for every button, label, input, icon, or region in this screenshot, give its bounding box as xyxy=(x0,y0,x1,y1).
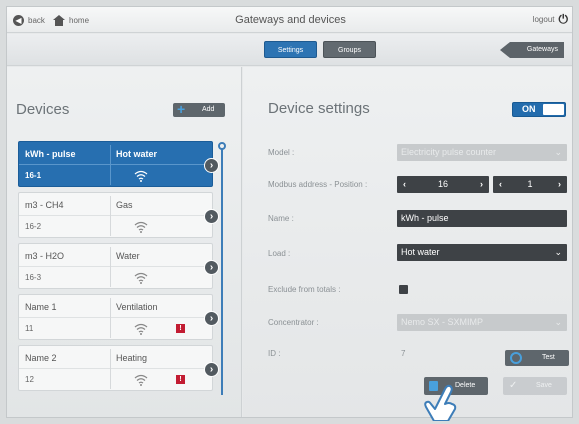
device-load: Water xyxy=(116,251,140,261)
scrollbar-track[interactable] xyxy=(221,147,223,395)
id-label: ID : xyxy=(268,349,281,358)
concentrator-label: Concentrator : xyxy=(268,318,319,327)
logout-label: logout xyxy=(532,14,555,24)
device-address: 11 xyxy=(25,324,34,333)
trash-icon xyxy=(429,381,438,391)
device-card[interactable]: m3 - H2O Water 16-3 › xyxy=(18,243,219,289)
position-value: 1 xyxy=(527,179,533,189)
load-value: Hot water xyxy=(401,247,440,257)
device-settings-panel: Device settings ON Model : Electricity p… xyxy=(243,67,572,417)
name-field[interactable]: kWh - pulse xyxy=(397,210,567,227)
devices-panel: Devices + Add kWh - pulse Hot water 16-1… xyxy=(7,67,242,417)
device-card[interactable]: Name 2 Heating 12 ! › xyxy=(18,345,219,391)
exclude-label: Exclude from totals : xyxy=(268,285,341,294)
device-name: m3 - H2O xyxy=(25,251,65,261)
device-card[interactable]: Name 1 Ventilation 11 ! › xyxy=(18,294,219,340)
device-card[interactable]: m3 - CH4 Gas 16-2 › xyxy=(18,192,219,238)
power-icon: ⏻ xyxy=(558,12,569,26)
chevron-down-icon: ⌄ xyxy=(554,247,562,257)
chevron-right-icon[interactable]: › xyxy=(558,176,561,193)
save-button: ✓ Save xyxy=(503,377,567,395)
chevron-right-icon[interactable]: › xyxy=(204,209,219,224)
chevron-right-icon[interactable]: › xyxy=(204,311,219,326)
modbus-address-stepper[interactable]: ‹ 16 › xyxy=(397,176,489,193)
chevron-right-icon[interactable]: › xyxy=(204,362,219,377)
add-device-button[interactable]: + Add xyxy=(173,101,225,117)
name-value: kWh - pulse xyxy=(401,213,449,223)
back-arrow-icon: ◀ xyxy=(13,14,24,26)
home-label: home xyxy=(69,15,90,25)
concentrator-value: Nemo SX - SXMIMP xyxy=(401,317,484,327)
wifi-icon xyxy=(134,170,148,182)
app-window: ◀ back home Gateways and devices logout … xyxy=(6,6,573,418)
logout-button[interactable]: logout ⏻ xyxy=(533,13,568,25)
chevron-down-icon: ⌄ xyxy=(554,317,562,327)
wifi-icon xyxy=(134,221,148,233)
device-load: Heating xyxy=(116,353,148,363)
device-address: 16-1 xyxy=(25,171,42,180)
device-name: kWh - pulse xyxy=(25,149,76,159)
checkmark-icon: ✓ xyxy=(509,380,518,391)
model-value: Electricity pulse counter xyxy=(401,147,497,157)
home-icon xyxy=(53,14,65,26)
delete-label: Delete xyxy=(455,382,476,389)
device-load: Gas xyxy=(116,200,133,210)
modbus-address-value: 16 xyxy=(437,179,448,189)
name-label: Name : xyxy=(268,214,294,223)
device-name: Name 2 xyxy=(25,353,57,363)
modbus-label: Modbus address - Position : xyxy=(268,180,368,189)
wifi-icon xyxy=(134,323,148,335)
alarm-badge: ! xyxy=(176,324,185,333)
toggle-knob xyxy=(543,104,564,115)
device-load: Ventilation xyxy=(116,302,158,312)
concentrator-select: Nemo SX - SXMIMP ⌄ xyxy=(397,314,567,331)
test-button[interactable]: Test xyxy=(505,350,569,366)
load-select[interactable]: Hot water ⌄ xyxy=(397,244,567,261)
device-address: 16-2 xyxy=(25,222,42,231)
top-bar: ◀ back home Gateways and devices logout … xyxy=(7,7,572,33)
load-label: Load : xyxy=(268,249,291,258)
scrollbar-handle[interactable] xyxy=(218,142,226,150)
back-button[interactable]: ◀ back xyxy=(13,13,45,27)
wifi-icon xyxy=(134,272,148,284)
add-label: Add xyxy=(202,106,215,113)
home-button[interactable]: home xyxy=(53,13,89,27)
gateways-button[interactable]: Gateways xyxy=(500,42,564,58)
refresh-icon xyxy=(510,352,522,364)
device-name: m3 - CH4 xyxy=(25,200,64,210)
on-off-toggle[interactable]: ON xyxy=(512,102,566,117)
toggle-label: ON xyxy=(522,104,536,114)
sub-bar: Settings Groups Gateways xyxy=(7,34,572,66)
model-label: Model : xyxy=(268,148,295,157)
device-list: kWh - pulse Hot water 16-1 › m3 - CH4 Ga… xyxy=(18,141,219,396)
back-label: back xyxy=(28,15,45,25)
save-label: Save xyxy=(536,382,552,389)
device-address: 12 xyxy=(25,375,34,384)
model-select: Electricity pulse counter ⌄ xyxy=(397,144,567,161)
exclude-checkbox[interactable] xyxy=(399,285,408,294)
chevron-right-icon[interactable]: › xyxy=(480,176,483,193)
device-name: Name 1 xyxy=(25,302,57,312)
chevron-right-icon[interactable]: › xyxy=(204,260,219,275)
chevron-down-icon: ⌄ xyxy=(554,147,562,157)
devices-heading: Devices xyxy=(16,101,70,118)
device-card[interactable]: kWh - pulse Hot water 16-1 › xyxy=(18,141,219,187)
id-value: 7 xyxy=(401,349,406,358)
device-load: Hot water xyxy=(116,149,158,159)
tab-settings[interactable]: Settings xyxy=(264,41,317,58)
chevron-right-icon[interactable]: › xyxy=(204,158,219,173)
device-address: 16-3 xyxy=(25,273,42,282)
device-settings-heading: Device settings xyxy=(268,100,370,117)
plus-icon: + xyxy=(177,101,186,117)
alarm-badge: ! xyxy=(176,375,185,384)
page-title: Gateways and devices xyxy=(235,14,346,26)
test-label: Test xyxy=(542,354,555,361)
tab-groups[interactable]: Groups xyxy=(323,41,376,58)
position-stepper[interactable]: ‹ 1 › xyxy=(493,176,567,193)
delete-button[interactable]: Delete xyxy=(424,377,488,395)
wifi-icon xyxy=(134,374,148,386)
